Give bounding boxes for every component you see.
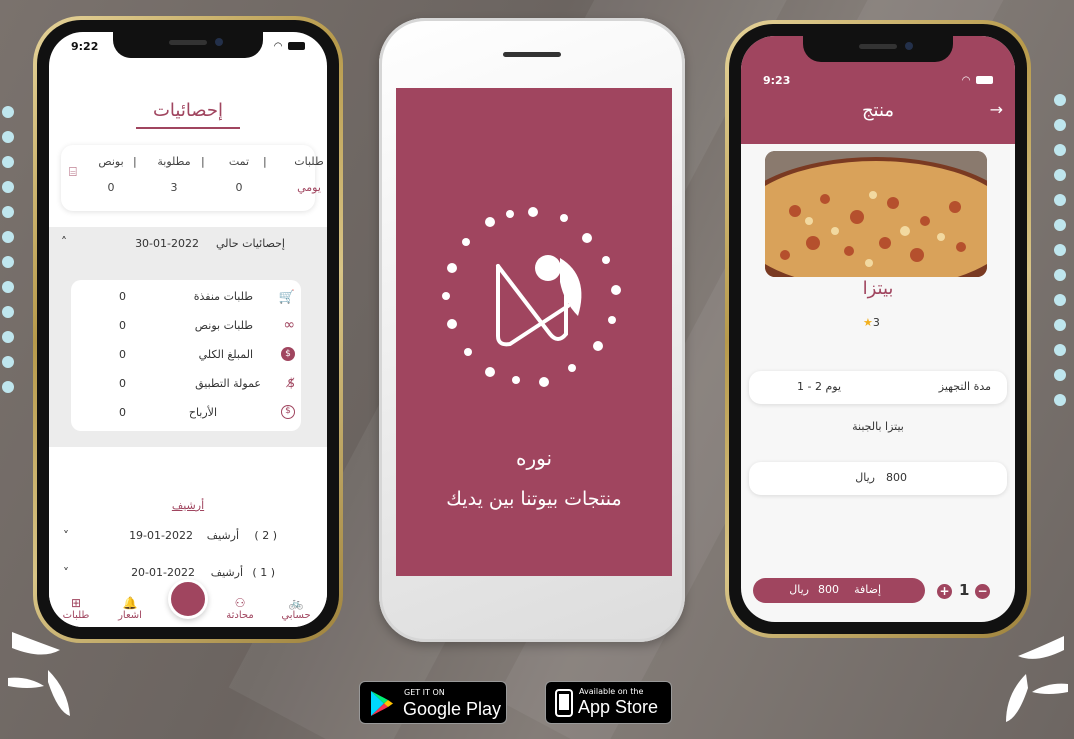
page-title: إحصائيات xyxy=(49,100,327,129)
summary-value: 3 xyxy=(170,181,178,194)
product-description: بيتزا بالجبنة xyxy=(852,420,904,433)
battery-icon xyxy=(976,76,993,84)
quantity-value: 1 xyxy=(959,581,970,599)
tab-orders[interactable]: ⊞ طلبات xyxy=(51,597,101,621)
phone-icon xyxy=(555,689,573,717)
tab-account[interactable]: 🚲 حسابي xyxy=(271,597,321,621)
status-time: 9:22 xyxy=(71,39,99,53)
dollar-circle-icon: $ xyxy=(281,405,295,419)
google-play-icon xyxy=(371,691,393,716)
phone-product: 9:23 ◠ منتج → بيتزا ★3 مدة التجهيز 1 - 2… xyxy=(725,20,1031,638)
brand-tagline: منتجات بيوتنا بين يديك xyxy=(446,488,622,510)
product-rating: ★3 xyxy=(863,316,880,329)
stat-row: $ المبلغ الكلي 0 xyxy=(71,342,301,371)
increase-quantity-button[interactable]: + xyxy=(937,584,952,599)
phone-splash: نوره منتجات بيوتنا بين يديك xyxy=(379,18,685,642)
period-label[interactable]: يومي xyxy=(279,181,327,194)
chat-icon: ⚇ xyxy=(234,596,246,610)
stat-row: 🛒 طلبات منفذة 0 xyxy=(119,290,295,305)
wifi-icon: ◠ xyxy=(962,74,970,86)
tab-notifications[interactable]: 🔔 اشعار xyxy=(105,597,155,621)
infinity-icon: ∞ xyxy=(283,317,295,333)
brand-name: نوره xyxy=(515,446,553,470)
splash-screen: نوره منتجات بيوتنا بين يديك xyxy=(396,88,672,576)
speaker xyxy=(503,52,561,57)
current-stats-date: 30-01-2022 xyxy=(135,237,199,250)
splash-decoration-right xyxy=(1006,636,1068,722)
battery-icon xyxy=(288,42,305,50)
bike-icon: 🚲 xyxy=(288,596,304,610)
status-time: 9:23 xyxy=(763,73,791,87)
statistics-screen: 9:22 ◠ إحصائيات ⌸ طلبات | تمت | مطلوبة |… xyxy=(49,32,327,627)
cart-icon: 🛒 xyxy=(278,290,295,305)
summary-value: 0 xyxy=(235,181,243,194)
brand-logo xyxy=(442,207,621,387)
decrease-quantity-button[interactable]: − xyxy=(975,584,990,599)
report-icon[interactable]: ⌸ xyxy=(69,165,77,180)
bell-icon: 🔔 xyxy=(122,596,138,610)
stat-row: $̸ عمولة التطبيق 0 xyxy=(119,376,295,390)
add-to-cart-button[interactable]: إضافة 800 ريال xyxy=(753,578,925,603)
archive-title: أرشيف xyxy=(171,499,205,512)
decorative-dots-right xyxy=(1054,94,1066,406)
decorative-dots-left xyxy=(2,106,14,393)
product-screen: 9:23 ◠ منتج → بيتزا ★3 مدة التجهيز 1 - 2… xyxy=(741,36,1015,622)
summary-header: تمت xyxy=(228,155,250,168)
back-arrow-icon[interactable]: → xyxy=(990,100,1003,119)
orders-icon: ⊞ xyxy=(70,596,82,610)
product-name: بيتزا xyxy=(862,278,894,299)
no-money-icon: $̸ xyxy=(287,376,295,390)
star-icon: ★ xyxy=(863,316,873,329)
chevron-down-icon[interactable]: ˅ xyxy=(63,566,69,580)
chevron-down-icon[interactable]: ˅ xyxy=(63,529,69,543)
current-stats-section: إحصائيات حالي 30-01-2022 ˄ 🛒 طلبات منفذة… xyxy=(49,227,327,447)
chevron-up-icon[interactable]: ˄ xyxy=(61,235,67,249)
app-store-badge[interactable]: Available on the App Store xyxy=(545,681,672,724)
wifi-icon: ◠ xyxy=(274,40,282,52)
tab-chat[interactable]: ⚇ محادثة xyxy=(215,597,265,621)
phone-statistics: 9:22 ◠ إحصائيات ⌸ طلبات | تمت | مطلوبة |… xyxy=(33,16,343,643)
status-bar: 9:23 ◠ xyxy=(741,66,1015,94)
prep-time-field: مدة التجهيز 1 - 2 يوم xyxy=(749,371,1007,404)
summary-header: مطلوبة xyxy=(157,155,191,168)
dollar-icon: $ xyxy=(281,347,295,361)
page-title: منتج xyxy=(861,100,895,121)
home-logo-button[interactable] xyxy=(168,579,208,619)
product-image xyxy=(765,151,987,277)
google-play-badge[interactable]: GET IT ON Google Play xyxy=(359,681,507,724)
bottom-tab-bar: ⊞ طلبات 🔔 اشعار ⚇ محادثة 🚲 حسابي xyxy=(49,579,327,627)
price-field: 800 ريال xyxy=(749,462,1007,495)
summary-header: طلبات xyxy=(294,155,324,168)
summary-value: 0 xyxy=(107,181,115,194)
summary-header: بونص xyxy=(98,155,124,168)
current-stats-list: 🛒 طلبات منفذة 0 ∞ طلبات بونص 0 $ المبلغ … xyxy=(71,280,301,431)
archive-item[interactable]: ( 2 ) أرشيف 19-01-2022 ˅ xyxy=(49,529,327,549)
stat-row: $ الأرباح 0 xyxy=(71,400,301,429)
stat-row: ∞ طلبات بونص 0 xyxy=(119,317,295,333)
summary-card: ⌸ طلبات | تمت | مطلوبة | بونص يومي 0 3 0 xyxy=(61,145,324,211)
